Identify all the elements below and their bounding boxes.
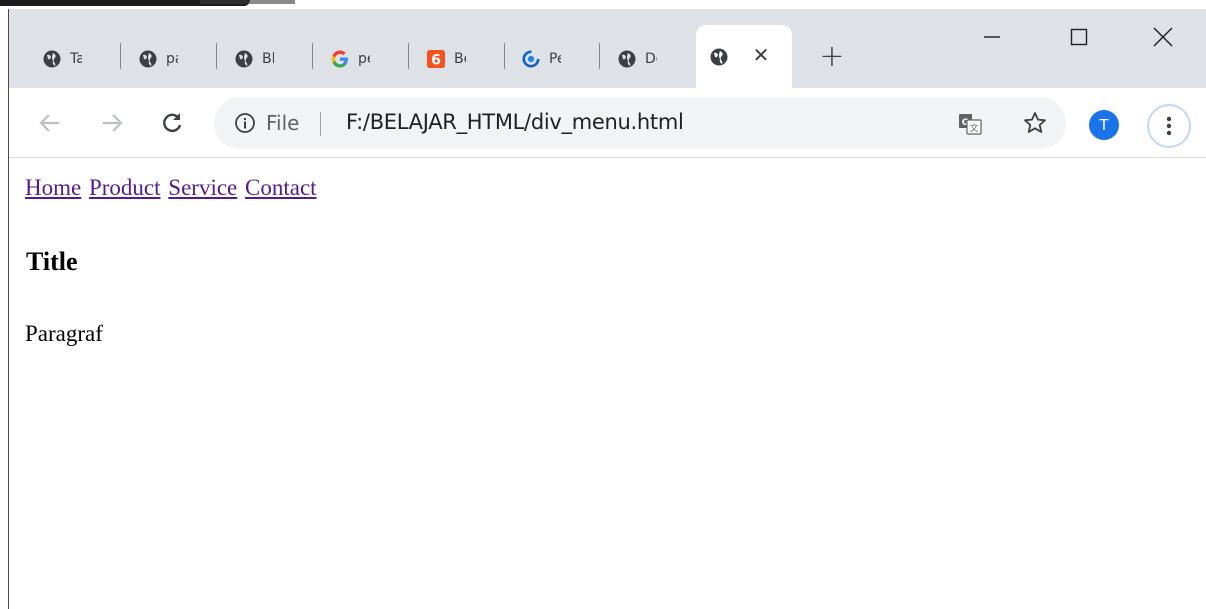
- address-bar[interactable]: File F:/BELAJAR_HTML/div_menu.html G文: [214, 97, 1066, 149]
- six-orange-icon: 6: [427, 50, 445, 68]
- close-window-button[interactable]: [1143, 21, 1183, 53]
- maximize-icon: [1070, 28, 1088, 46]
- close-icon: [1153, 27, 1173, 47]
- menu-link-home[interactable]: Home: [25, 175, 81, 200]
- globe-icon: [43, 50, 61, 68]
- blue-circle-icon: [522, 50, 540, 68]
- tab-separator: [504, 43, 505, 69]
- reload-button[interactable]: [157, 108, 187, 138]
- minimize-button[interactable]: [972, 21, 1012, 53]
- forward-button[interactable]: [97, 108, 127, 138]
- tab-strip: Ta pa Bl pe: [9, 9, 1206, 88]
- tab-separator: [599, 43, 600, 69]
- tab-title: Do: [645, 51, 657, 67]
- active-tab[interactable]: ✕: [696, 25, 792, 88]
- tab-5[interactable]: 6 Be: [427, 47, 466, 71]
- tab-3[interactable]: Bl: [235, 47, 274, 71]
- menu-link-product[interactable]: Product: [89, 175, 161, 200]
- tab-title: pe: [358, 51, 370, 67]
- omnibox-separator: [320, 112, 321, 136]
- menu-link-service[interactable]: Service: [168, 175, 237, 200]
- page-content: Home Product Service Contact Title Parag…: [9, 159, 1206, 609]
- tab-separator: [312, 43, 313, 69]
- tab-title: Pe: [549, 51, 561, 67]
- reload-icon: [163, 113, 182, 132]
- tab-4[interactable]: pe: [331, 47, 370, 71]
- info-icon[interactable]: [234, 112, 256, 134]
- tab-1[interactable]: Ta: [43, 47, 82, 71]
- tab-6[interactable]: Pe: [522, 47, 561, 71]
- new-tab-button[interactable]: +: [819, 42, 845, 72]
- globe-icon: [235, 50, 253, 68]
- minimize-icon: [984, 36, 1000, 38]
- forward-arrow-icon: [103, 114, 123, 132]
- tab-title: Be: [454, 51, 466, 67]
- tab-title: Bl: [262, 51, 274, 67]
- page-title: Title: [26, 247, 78, 276]
- svg-text:文: 文: [969, 122, 978, 134]
- svg-text:6: 6: [431, 52, 441, 68]
- file-scheme-label: File: [266, 111, 300, 135]
- tab-title: Ta: [70, 51, 82, 67]
- menu-link-contact[interactable]: Contact: [245, 175, 317, 200]
- tab-7[interactable]: Do: [618, 47, 657, 71]
- google-icon: [331, 50, 349, 68]
- translate-icon[interactable]: G文: [958, 113, 982, 135]
- browser-menu-button[interactable]: [1147, 104, 1191, 148]
- bookmark-star-icon[interactable]: [1022, 110, 1048, 136]
- tab-title: pa: [166, 51, 178, 67]
- kebab-menu-icon: [1166, 116, 1172, 136]
- screen-edge-artifact: [0, 0, 300, 9]
- tab-separator: [408, 43, 409, 69]
- back-arrow-icon: [39, 114, 59, 132]
- tab-2[interactable]: pa: [139, 47, 178, 71]
- globe-icon: [139, 50, 157, 68]
- back-button[interactable]: [35, 108, 65, 138]
- profile-avatar[interactable]: T: [1089, 110, 1119, 140]
- tab-separator: [216, 43, 217, 69]
- url-text[interactable]: F:/BELAJAR_HTML/div_menu.html: [346, 110, 684, 134]
- dark-strip-fade: [200, 0, 295, 4]
- page-paragraph: Paragraf: [25, 321, 103, 346]
- tab-separator: [120, 43, 121, 69]
- maximize-button[interactable]: [1059, 21, 1099, 53]
- tab-close-icon[interactable]: ✕: [750, 44, 772, 66]
- globe-icon: [710, 48, 728, 66]
- nav-menu: Home Product Service Contact: [25, 175, 319, 201]
- browser-window: Ta pa Bl pe: [8, 9, 1206, 609]
- browser-toolbar: File F:/BELAJAR_HTML/div_menu.html G文 T: [9, 88, 1206, 158]
- globe-icon: [618, 50, 636, 68]
